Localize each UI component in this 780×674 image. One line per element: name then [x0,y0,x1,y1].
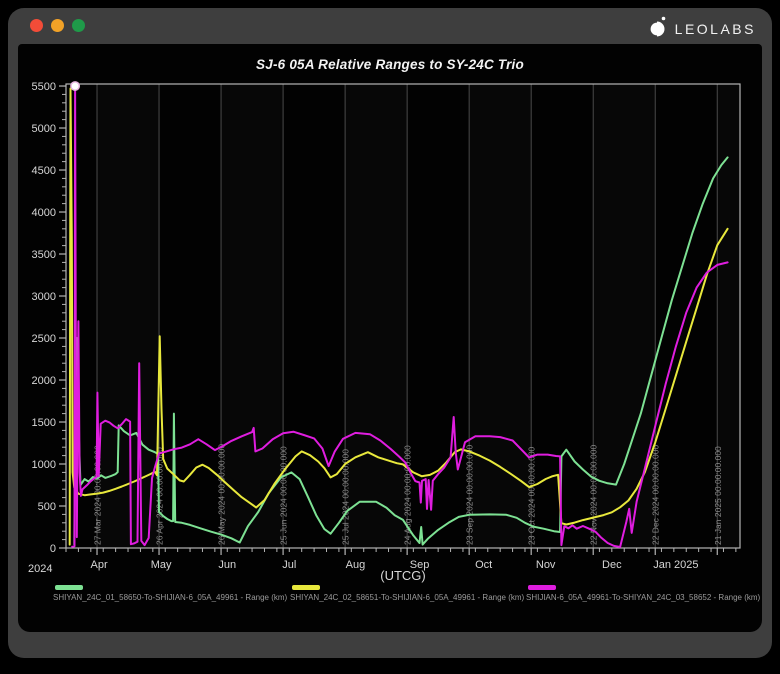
legend-item-yellow: SHIYAN_24C_02_58651-To-SHIJIAN-6_05A_499… [290,585,524,602]
legend-label-yellow: SHIYAN_24C_02_58651-To-SHIJIAN-6_05A_499… [290,593,524,602]
leolabs-logo-icon [647,15,668,43]
svg-text:2000: 2000 [32,375,56,387]
svg-text:21 Jan 2025 00:00:00.000: 21 Jan 2025 00:00:00.000 [713,446,723,545]
chart-legend: SHIYAN_24C_01_58650-To-SHIJIAN-6_05A_499… [18,585,762,619]
svg-text:5500: 5500 [32,81,56,93]
svg-text:1500: 1500 [32,417,56,429]
svg-text:5000: 5000 [32,123,56,135]
legend-item-green: SHIYAN_24C_01_58650-To-SHIJIAN-6_05A_499… [53,585,287,602]
legend-swatch-yellow [292,585,320,590]
legend-item-magenta: SHIJIAN-6_05A_49961-To-SHIYAN_24C_03_586… [526,585,760,602]
svg-text:Jan 2025: Jan 2025 [653,559,698,571]
x-axis-year-label: 2024 [28,563,52,575]
svg-text:2500: 2500 [32,333,56,345]
svg-text:3500: 3500 [32,249,56,261]
svg-text:Dec: Dec [602,559,622,571]
svg-text:Jun: Jun [218,559,236,571]
svg-text:1000: 1000 [32,459,56,471]
window-titlebar: LEOLABS [8,8,772,44]
svg-text:500: 500 [38,501,56,513]
x-axis-title: (UTCG) [333,568,473,583]
minimize-button[interactable] [51,19,64,32]
svg-text:25 Jun 2024 00:00:00.000: 25 Jun 2024 00:00:00.000 [279,446,289,545]
svg-text:4500: 4500 [32,165,56,177]
svg-text:Apr: Apr [91,559,108,571]
svg-text:23 Sep 2024 00:00:00.000: 23 Sep 2024 00:00:00.000 [465,445,475,545]
svg-text:Jul: Jul [282,559,296,571]
svg-text:Nov: Nov [536,559,556,571]
svg-text:24 Aug 2024 00:00:00.000: 24 Aug 2024 00:00:00.000 [403,445,413,545]
svg-text:0: 0 [50,543,56,555]
legend-label-magenta: SHIJIAN-6_05A_49961-To-SHIYAN_24C_03_586… [526,593,760,602]
close-button[interactable] [30,19,43,32]
leolabs-brand: LEOLABS [647,15,756,43]
svg-text:May: May [151,559,172,571]
leolabs-logo-text: LEOLABS [675,21,756,37]
svg-text:Oct: Oct [475,559,492,571]
svg-text:22 Dec 2024 00:00:00.000: 22 Dec 2024 00:00:00.000 [651,445,661,545]
svg-text:23 Oct 2024 00:00:00.000: 23 Oct 2024 00:00:00.000 [527,446,537,545]
maximize-button[interactable] [72,19,85,32]
svg-text:26 May 2024 00:00:00.000: 26 May 2024 00:00:00.000 [217,444,227,545]
svg-text:3000: 3000 [32,291,56,303]
legend-swatch-magenta [528,585,556,590]
legend-swatch-green [55,585,83,590]
legend-label-green: SHIYAN_24C_01_58650-To-SHIJIAN-6_05A_499… [53,593,287,602]
app-window: LEOLABS SJ-6 05A Relative Ranges to SY-2… [8,8,772,658]
svg-text:4000: 4000 [32,207,56,219]
range-plot[interactable]: 27 Mar 2024 00:00:00.00026 Apr 2024 00:0… [18,44,762,632]
window-controls [30,19,85,32]
chart-panel: SJ-6 05A Relative Ranges to SY-24C Trio … [18,44,762,632]
